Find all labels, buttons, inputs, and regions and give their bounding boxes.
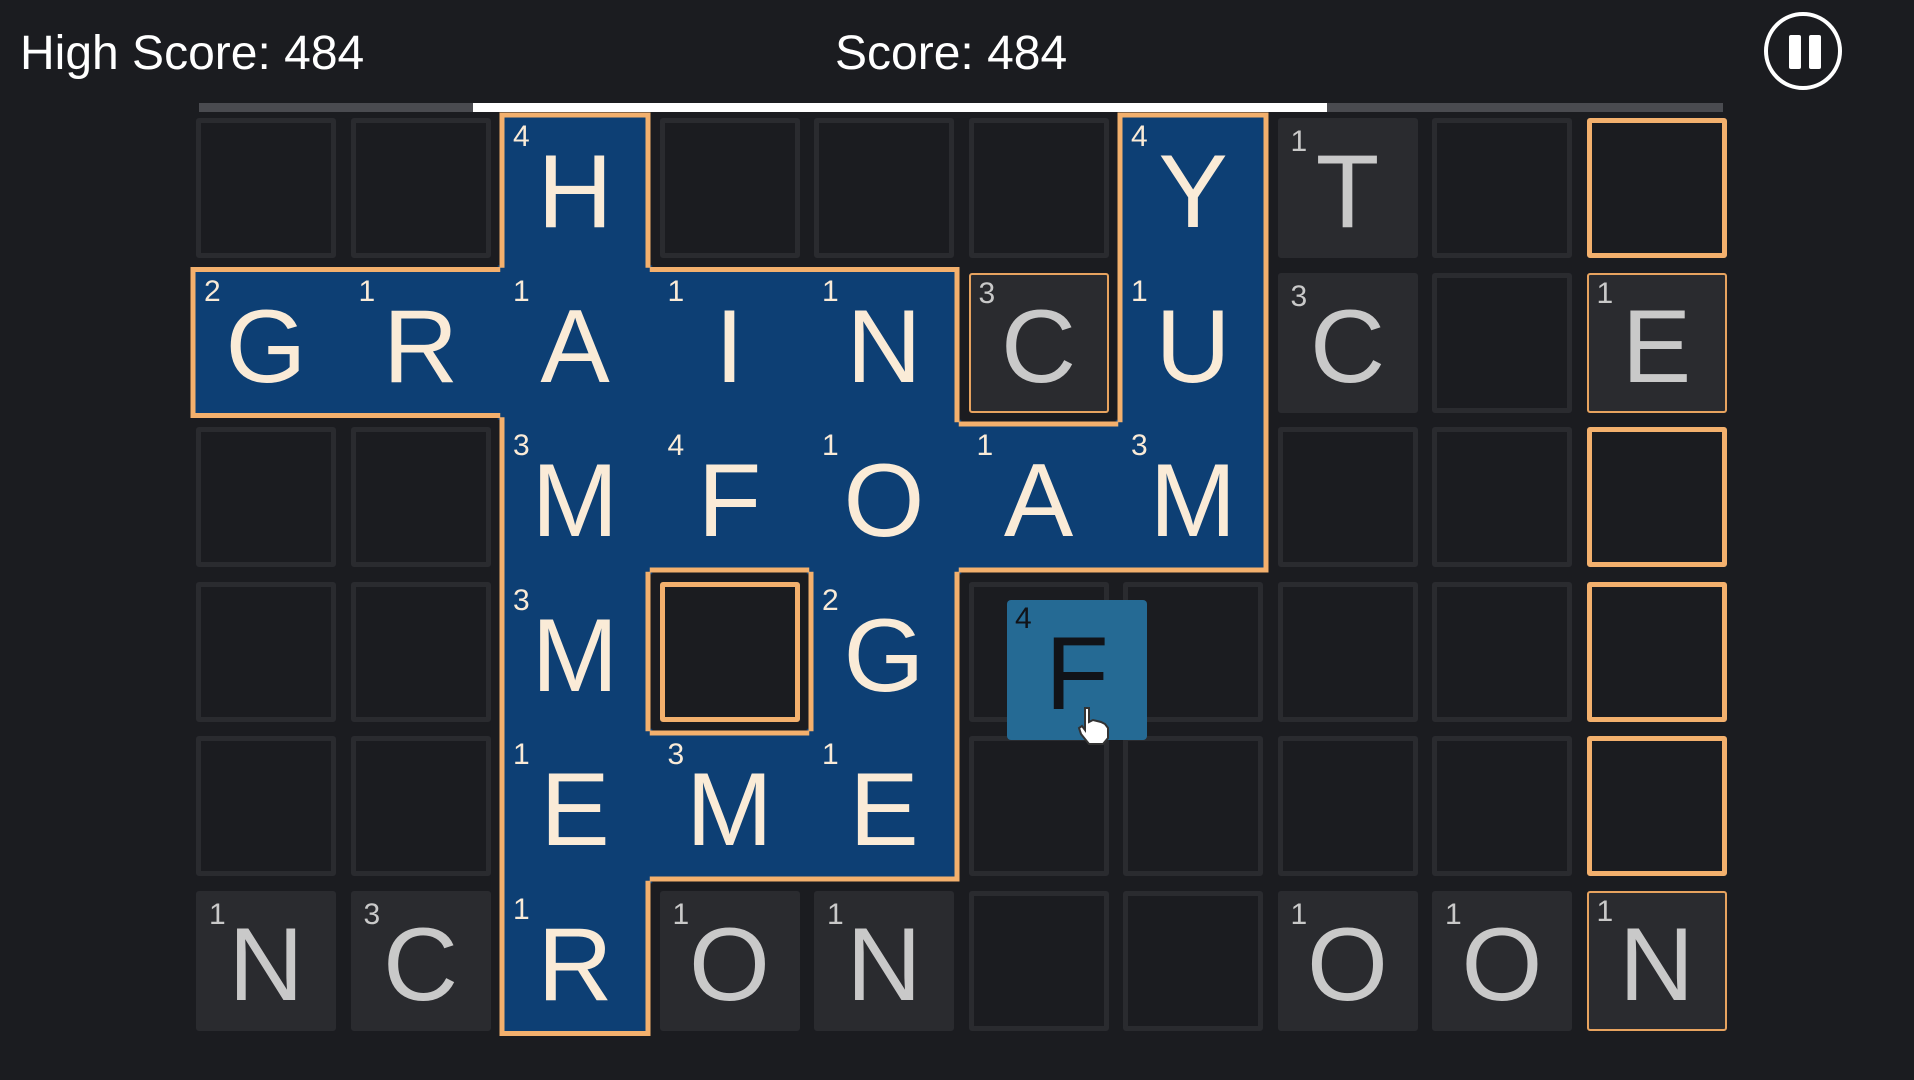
letter-tile[interactable]: 1N bbox=[1586, 890, 1727, 1031]
tile-letter: M bbox=[1149, 443, 1237, 559]
empty-cell[interactable] bbox=[350, 581, 491, 722]
tile-letter: O bbox=[843, 443, 925, 559]
empty-cell[interactable] bbox=[350, 118, 491, 258]
placed-letter-tile[interactable]: 1A bbox=[969, 427, 1109, 567]
letter-tile[interactable]: 3C bbox=[350, 890, 491, 1031]
placed-letter-tile[interactable]: 4Y bbox=[1123, 118, 1263, 258]
empty-cell[interactable] bbox=[1432, 272, 1572, 413]
game-board[interactable]: 1T3C3C1E1N3C1O1N1O1O1N4H4Y2G1R1A1I1N1U3M… bbox=[0, 0, 1914, 1080]
tile-letter: H bbox=[537, 134, 613, 250]
tile-letter: T bbox=[1315, 134, 1380, 250]
placed-letter-tile[interactable]: 1R bbox=[351, 273, 491, 413]
tile-letter: C bbox=[1000, 288, 1077, 405]
target-slot[interactable] bbox=[659, 581, 800, 722]
letter-tile[interactable]: 1T bbox=[1277, 118, 1418, 258]
placed-letter-tile[interactable]: 2G bbox=[814, 582, 954, 722]
empty-cell[interactable] bbox=[350, 736, 491, 876]
placed-letter-tile[interactable]: 4F bbox=[660, 427, 800, 567]
empty-cell[interactable] bbox=[1277, 581, 1418, 722]
letter-tile[interactable]: 1O bbox=[1432, 890, 1572, 1031]
empty-cell[interactable] bbox=[196, 427, 336, 567]
placed-letter-tile[interactable]: 1E bbox=[814, 736, 954, 876]
empty-cell[interactable] bbox=[1123, 736, 1263, 876]
placed-letter-tile[interactable]: 3M bbox=[505, 582, 645, 722]
empty-cell[interactable] bbox=[1432, 118, 1572, 258]
tile-letter: R bbox=[537, 906, 613, 1023]
empty-cell[interactable] bbox=[814, 118, 954, 258]
tile-letter: N bbox=[228, 906, 304, 1023]
placed-letter-tile[interactable]: 1A bbox=[505, 273, 645, 413]
tile-letter: E bbox=[849, 752, 919, 868]
placed-letter-tile[interactable]: 1N bbox=[814, 273, 954, 413]
tile-letter: O bbox=[689, 906, 770, 1023]
tile-letter: C bbox=[1309, 288, 1386, 405]
placed-letter-tile[interactable]: 3M bbox=[1123, 427, 1263, 567]
empty-cell[interactable] bbox=[1432, 427, 1572, 567]
placed-letter-tile[interactable]: 1R bbox=[505, 891, 645, 1031]
hand-pointer-icon bbox=[1077, 707, 1109, 745]
letter-tile[interactable]: 3C bbox=[1277, 272, 1418, 413]
tile-letter: O bbox=[1307, 906, 1388, 1023]
tile-letter: A bbox=[540, 288, 610, 405]
empty-cell[interactable] bbox=[1432, 581, 1572, 722]
letter-tile[interactable]: 3C bbox=[968, 272, 1109, 413]
tile-letter: M bbox=[686, 752, 773, 868]
tile-letter: E bbox=[540, 752, 610, 868]
empty-cell[interactable] bbox=[968, 118, 1109, 258]
empty-cell[interactable] bbox=[659, 118, 800, 258]
target-slot[interactable] bbox=[1586, 736, 1727, 876]
empty-cell[interactable] bbox=[196, 736, 336, 876]
empty-cell[interactable] bbox=[1123, 890, 1263, 1031]
tile-letter: N bbox=[846, 906, 922, 1023]
placed-letter-tile[interactable]: 1I bbox=[660, 273, 800, 413]
empty-cell[interactable] bbox=[1277, 427, 1418, 567]
empty-cell[interactable] bbox=[196, 118, 336, 258]
empty-cell[interactable] bbox=[968, 890, 1109, 1031]
tile-letter: R bbox=[382, 288, 459, 405]
target-slot[interactable] bbox=[1586, 427, 1727, 567]
empty-cell[interactable] bbox=[196, 581, 336, 722]
tile-letter: N bbox=[846, 288, 922, 405]
placed-letter-tile[interactable]: 1U bbox=[1123, 273, 1263, 413]
tile-letter: Y bbox=[1158, 134, 1228, 250]
tile-letter: F bbox=[697, 443, 762, 559]
placed-letter-tile[interactable]: 3M bbox=[660, 736, 800, 876]
tile-letter: M bbox=[531, 443, 619, 559]
placed-letter-tile[interactable]: 2G bbox=[196, 273, 336, 413]
target-slot[interactable] bbox=[1586, 581, 1727, 722]
tile-letter: N bbox=[1618, 906, 1695, 1023]
letter-tile[interactable]: 1O bbox=[1277, 890, 1418, 1031]
tile-letter: A bbox=[1003, 443, 1074, 559]
tile-letter: E bbox=[1621, 288, 1692, 405]
letter-tile[interactable]: 1N bbox=[814, 890, 954, 1031]
letter-tile[interactable]: 1O bbox=[659, 890, 800, 1031]
placed-letter-tile[interactable]: 1E bbox=[505, 736, 645, 876]
letter-tile[interactable]: 1E bbox=[1586, 272, 1727, 413]
placed-letter-tile[interactable]: 1O bbox=[814, 427, 954, 567]
empty-cell[interactable] bbox=[1277, 736, 1418, 876]
tile-letter: C bbox=[382, 906, 459, 1023]
tile-letter: G bbox=[225, 288, 307, 405]
empty-cell[interactable] bbox=[350, 427, 491, 567]
tile-letter: I bbox=[715, 288, 744, 405]
letter-tile[interactable]: 1N bbox=[196, 890, 336, 1031]
placed-letter-tile[interactable]: 3M bbox=[505, 427, 645, 567]
tile-letter: U bbox=[1155, 288, 1231, 405]
tile-letter: M bbox=[531, 597, 619, 714]
empty-cell[interactable] bbox=[1432, 736, 1572, 876]
empty-cell[interactable] bbox=[968, 736, 1109, 876]
placed-letter-tile[interactable]: 4H bbox=[505, 118, 645, 258]
target-slot[interactable] bbox=[1586, 118, 1727, 258]
tile-letter: O bbox=[1461, 906, 1543, 1023]
tile-letter: G bbox=[843, 597, 925, 714]
